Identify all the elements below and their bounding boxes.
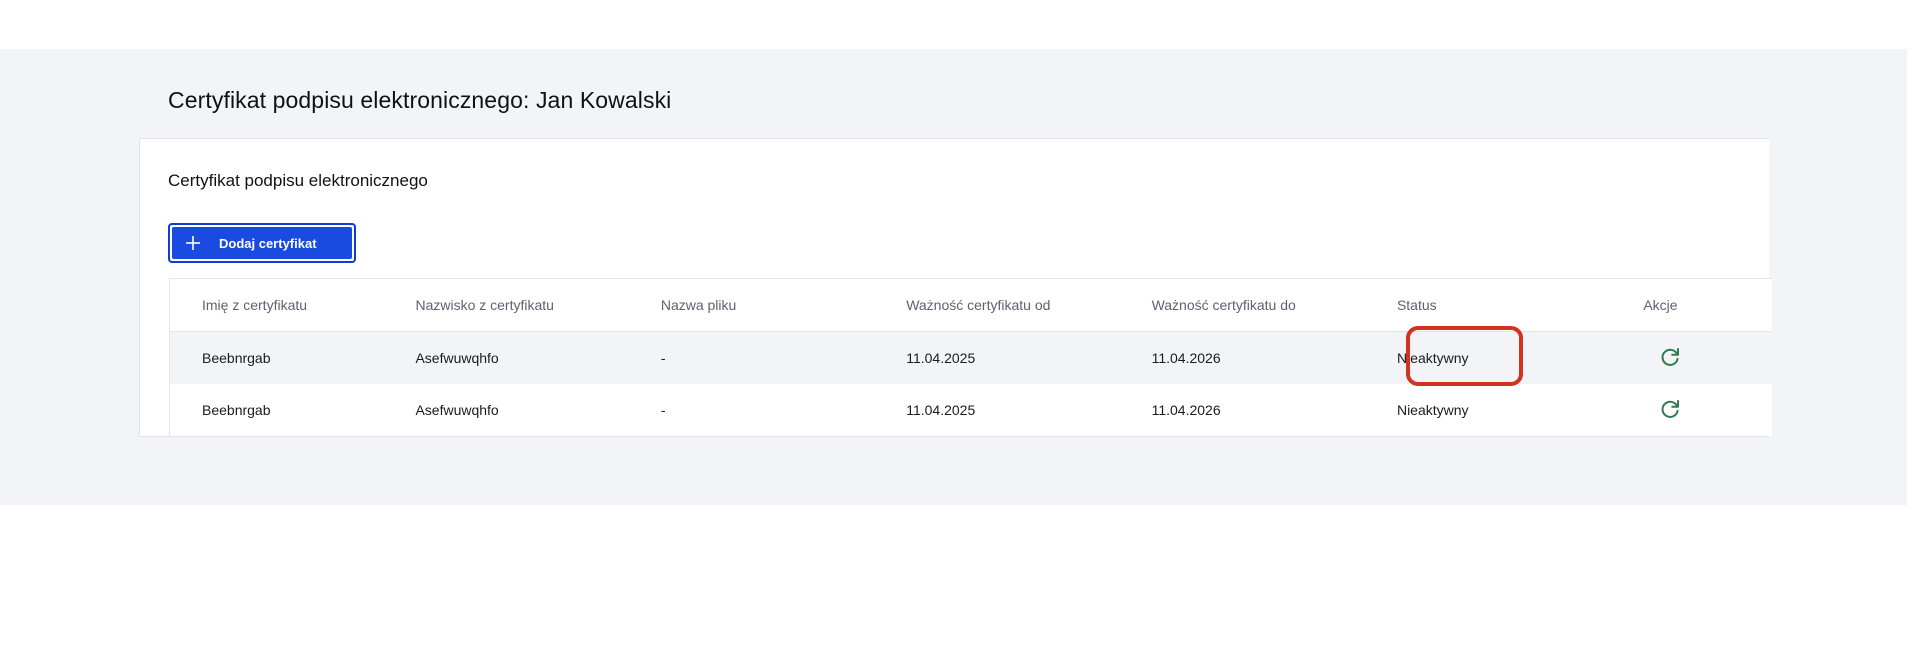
plus-icon bbox=[186, 236, 200, 250]
certificates-table: Imię z certyfikatu Nazwisko z certyfikat… bbox=[169, 278, 1772, 436]
header-file-name[interactable]: Nazwa pliku bbox=[661, 297, 906, 313]
cell-last-name: Asefwuwqhfo bbox=[415, 350, 499, 366]
add-certificate-button-inner[interactable]: Dodaj certyfikat bbox=[172, 227, 352, 259]
refresh-icon[interactable] bbox=[1658, 397, 1682, 421]
cell-file-name: - bbox=[660, 402, 666, 418]
page-title: Certyfikat podpisu elektronicznego: Jan … bbox=[168, 87, 672, 113]
cell-valid-from: 11.04.2025 bbox=[906, 402, 976, 418]
header-last-name[interactable]: Nazwisko z certyfikatu bbox=[415, 297, 660, 313]
cell-first-name: Beebnrgab bbox=[202, 402, 271, 418]
refresh-icon[interactable] bbox=[1658, 345, 1682, 369]
cell-actions bbox=[1642, 345, 1772, 372]
cell-valid-from: 11.04.2025 bbox=[906, 350, 976, 366]
table-row: Beebnrgab Asefwuwqhfo - 11.04.2025 11.04… bbox=[170, 384, 1772, 436]
header-valid-from[interactable]: Ważność certyfikatu od bbox=[906, 297, 1151, 313]
cell-status: Nieaktywny bbox=[1396, 402, 1469, 418]
table-header-row: Imię z certyfikatu Nazwisko z certyfikat… bbox=[170, 279, 1772, 332]
cell-first-name: Beebnrgab bbox=[202, 350, 271, 366]
cell-file-name: - bbox=[660, 350, 666, 366]
add-certificate-label: Dodaj certyfikat bbox=[219, 235, 317, 251]
cell-status: Nieaktywny bbox=[1396, 350, 1469, 366]
cell-valid-to: 11.04.2026 bbox=[1151, 350, 1221, 366]
card-title: Certyfikat podpisu elektronicznego bbox=[168, 171, 428, 190]
table-row: Beebnrgab Asefwuwqhfo - 11.04.2025 11.04… bbox=[170, 332, 1772, 384]
add-certificate-button[interactable]: Dodaj certyfikat bbox=[168, 223, 356, 263]
header-first-name[interactable]: Imię z certyfikatu bbox=[170, 297, 415, 313]
cell-valid-to: 11.04.2026 bbox=[1151, 402, 1221, 418]
cell-last-name: Asefwuwqhfo bbox=[415, 402, 499, 418]
header-valid-to[interactable]: Ważność certyfikatu do bbox=[1152, 297, 1397, 313]
header-actions: Akcje bbox=[1643, 297, 1678, 313]
header-status[interactable]: Status bbox=[1397, 297, 1642, 313]
cell-actions bbox=[1642, 397, 1772, 424]
